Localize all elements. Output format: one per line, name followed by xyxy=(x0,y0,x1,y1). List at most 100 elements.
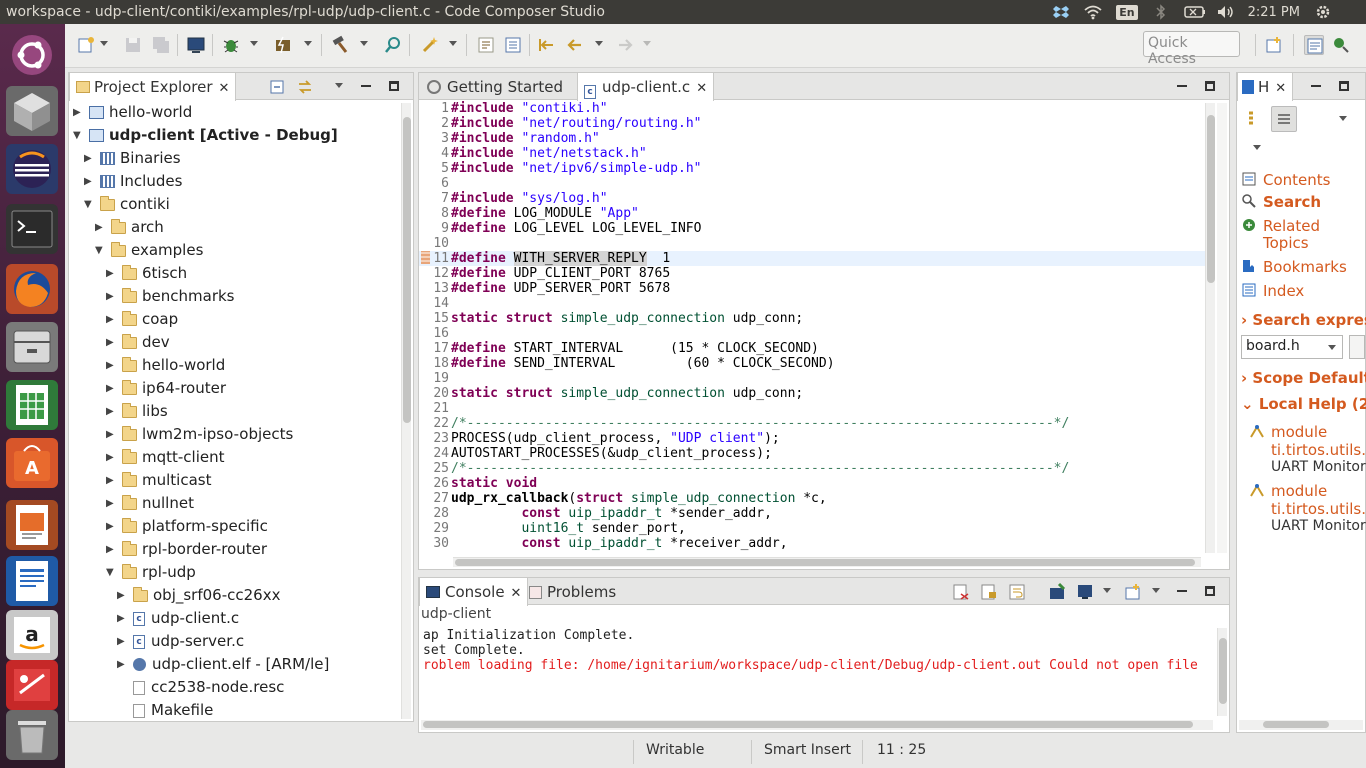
code-line[interactable]: 23 PROCESS(udp_client_process, "UDP clien… xyxy=(419,431,1205,446)
close-icon[interactable]: ✕ xyxy=(1275,81,1286,96)
clear-console-icon[interactable] xyxy=(951,582,971,602)
code-line[interactable]: 19 xyxy=(419,371,1205,386)
status-insert-mode[interactable]: Smart Insert xyxy=(764,742,851,758)
collapsed-arrow-icon[interactable]: ▶ xyxy=(106,377,118,400)
expanded-arrow-icon[interactable]: ▼ xyxy=(95,239,107,262)
tree-item[interactable]: ▶ hello-world xyxy=(73,101,192,124)
tab-console[interactable]: Console ✕ xyxy=(419,578,529,606)
collapse-all-icon[interactable] xyxy=(267,77,287,97)
link-with-editor-icon[interactable] xyxy=(295,77,315,97)
code-line[interactable]: 6 xyxy=(419,176,1205,191)
minimize-icon[interactable] xyxy=(1177,590,1187,592)
cc-edit-perspective-icon[interactable] xyxy=(1304,35,1324,55)
code-line[interactable]: 26 static void xyxy=(419,476,1205,491)
system-settings-icon[interactable] xyxy=(6,660,58,710)
file-manager-icon[interactable] xyxy=(6,322,58,372)
code-editor[interactable]: 1 #include "contiki.h" 2 #include "net/rout… xyxy=(419,101,1205,555)
cc-debug-perspective-icon[interactable] xyxy=(1331,35,1351,55)
flash-icon[interactable] xyxy=(273,35,293,55)
wifi-icon[interactable] xyxy=(1084,4,1102,20)
code-line[interactable]: 20 static struct simple_udp_connection ud… xyxy=(419,386,1205,401)
code-line[interactable]: 4 #include "net/netstack.h" xyxy=(419,146,1205,161)
code-line[interactable]: 2 #include "net/routing/routing.h" xyxy=(419,116,1205,131)
display-console-dropdown-arrow[interactable] xyxy=(1103,588,1111,593)
debug-icon[interactable] xyxy=(221,35,241,55)
maximize-icon[interactable] xyxy=(1205,586,1215,596)
tree-item[interactable]: ▼ examples xyxy=(95,239,203,262)
console-horizontal-scrollbar[interactable] xyxy=(421,720,1213,730)
tree-item[interactable]: ▶ arch xyxy=(95,216,164,239)
help-index-link[interactable]: Index xyxy=(1263,282,1304,300)
code-line[interactable]: 27 udp_rx_callback(struct simple_udp_conn… xyxy=(419,491,1205,506)
collapsed-arrow-icon[interactable]: ▶ xyxy=(84,147,96,170)
close-icon[interactable]: ✕ xyxy=(219,81,230,96)
tree-item[interactable]: ▶ udp-client.elf - [ARM/le] xyxy=(117,653,329,676)
tree-item[interactable]: ▶ mqtt-client xyxy=(106,446,225,469)
tab-problems[interactable]: Problems xyxy=(523,578,622,605)
code-line[interactable]: 14 xyxy=(419,296,1205,311)
forward-icon[interactable] xyxy=(615,35,635,55)
tab-project-explorer[interactable]: Project Explorer ✕ xyxy=(69,73,237,101)
collapsed-arrow-icon[interactable]: ▶ xyxy=(106,469,118,492)
collapsed-arrow-icon[interactable]: ▶ xyxy=(106,538,118,561)
collapsed-arrow-icon[interactable]: ▶ xyxy=(95,216,107,239)
code-line[interactable]: 3 #include "random.h" xyxy=(419,131,1205,146)
tab-udp-client-c[interactable]: c udp-client.c ✕ xyxy=(577,73,715,101)
help-related-topics-link-line2[interactable]: Topics xyxy=(1263,234,1309,252)
scope-section[interactable]: › Scope Default xyxy=(1241,369,1366,387)
tree-item[interactable]: ▶ dev xyxy=(106,331,170,354)
tree-item[interactable]: ▶ multicast xyxy=(106,469,211,492)
collapsed-arrow-icon[interactable]: ▶ xyxy=(106,262,118,285)
tree-item[interactable]: ▶ benchmarks xyxy=(106,285,234,308)
code-line[interactable]: 22/*------------------------------------… xyxy=(419,416,1205,431)
code-line[interactable]: 17 #define START_INTERVAL (15 * CLOCK_SEC… xyxy=(419,341,1205,356)
ubuntu-dash-icon[interactable] xyxy=(6,30,58,80)
help-horizontal-scrollbar[interactable] xyxy=(1239,720,1363,730)
code-line[interactable]: 8 #define LOG_MODULE "App" xyxy=(419,206,1205,221)
workspace-switcher-icon[interactable] xyxy=(6,86,58,136)
code-line[interactable]: 21 xyxy=(419,401,1205,416)
tree-item[interactable]: ▼ rpl-udp xyxy=(106,561,196,584)
code-line[interactable]: 29 uint16_t sender_port, xyxy=(419,521,1205,536)
tree-item[interactable]: ▶ hello-world xyxy=(106,354,225,377)
minimize-icon[interactable] xyxy=(361,85,371,87)
editor-vertical-scrollbar[interactable] xyxy=(1205,103,1215,553)
tree-item[interactable]: ▶ coap xyxy=(106,308,178,331)
save-all-icon[interactable] xyxy=(151,35,171,55)
code-line[interactable]: 1 #include "contiki.h" xyxy=(419,101,1205,116)
outline-icon[interactable] xyxy=(503,35,523,55)
code-line[interactable]: 12 #define UDP_CLIENT_PORT 8765 xyxy=(419,266,1205,281)
show-topics-list-icon[interactable] xyxy=(1271,106,1297,132)
search-result-2-package[interactable]: ti.tirtos.utils. xyxy=(1271,500,1366,518)
code-line[interactable]: 18 #define SEND_INTERVAL (60 * CLOCK_SECO… xyxy=(419,356,1205,371)
firefox-icon[interactable] xyxy=(6,264,58,314)
code-line[interactable]: 25/*------------------------------------… xyxy=(419,461,1205,476)
libreoffice-impress-icon[interactable] xyxy=(6,500,58,550)
tree-item[interactable]: ▶ c udp-client.c xyxy=(117,607,239,630)
wand-icon[interactable] xyxy=(420,35,440,55)
chevron-down-icon[interactable] xyxy=(1328,345,1336,350)
explorer-scrollbar[interactable] xyxy=(401,103,411,719)
search-result-1-package[interactable]: ti.tirtos.utils. xyxy=(1271,441,1366,459)
open-console-dropdown-arrow[interactable] xyxy=(1152,588,1160,593)
new-dropdown-arrow[interactable] xyxy=(100,41,108,46)
open-console-icon[interactable] xyxy=(1123,582,1143,602)
search-result-1-title[interactable]: module xyxy=(1271,423,1327,441)
minimize-icon[interactable] xyxy=(1311,85,1321,87)
help-bookmarks-link[interactable]: Bookmarks xyxy=(1263,258,1347,276)
search-go-button[interactable] xyxy=(1349,335,1365,359)
volume-icon[interactable] xyxy=(1216,4,1234,20)
back-dropdown-arrow[interactable] xyxy=(595,41,603,46)
open-perspective-icon[interactable] xyxy=(1264,35,1284,55)
toggle-mark-icon[interactable] xyxy=(476,35,496,55)
show-in-all-topics-icon[interactable] xyxy=(1245,109,1265,129)
last-edit-icon[interactable] xyxy=(537,35,557,55)
expanded-arrow-icon[interactable]: ▼ xyxy=(84,193,96,216)
code-line[interactable]: 15 static struct simple_udp_connection ud… xyxy=(419,311,1205,326)
eclipse-icon[interactable] xyxy=(6,144,58,194)
collapsed-arrow-icon[interactable]: ▶ xyxy=(106,446,118,469)
collapsed-arrow-icon[interactable]: ▶ xyxy=(106,354,118,377)
code-line[interactable]: 9 #define LOG_LEVEL LOG_LEVEL_INFO xyxy=(419,221,1205,236)
tree-item[interactable]: ▼ udp-client [Active - Debug] xyxy=(73,124,338,147)
back-icon[interactable] xyxy=(565,35,585,55)
